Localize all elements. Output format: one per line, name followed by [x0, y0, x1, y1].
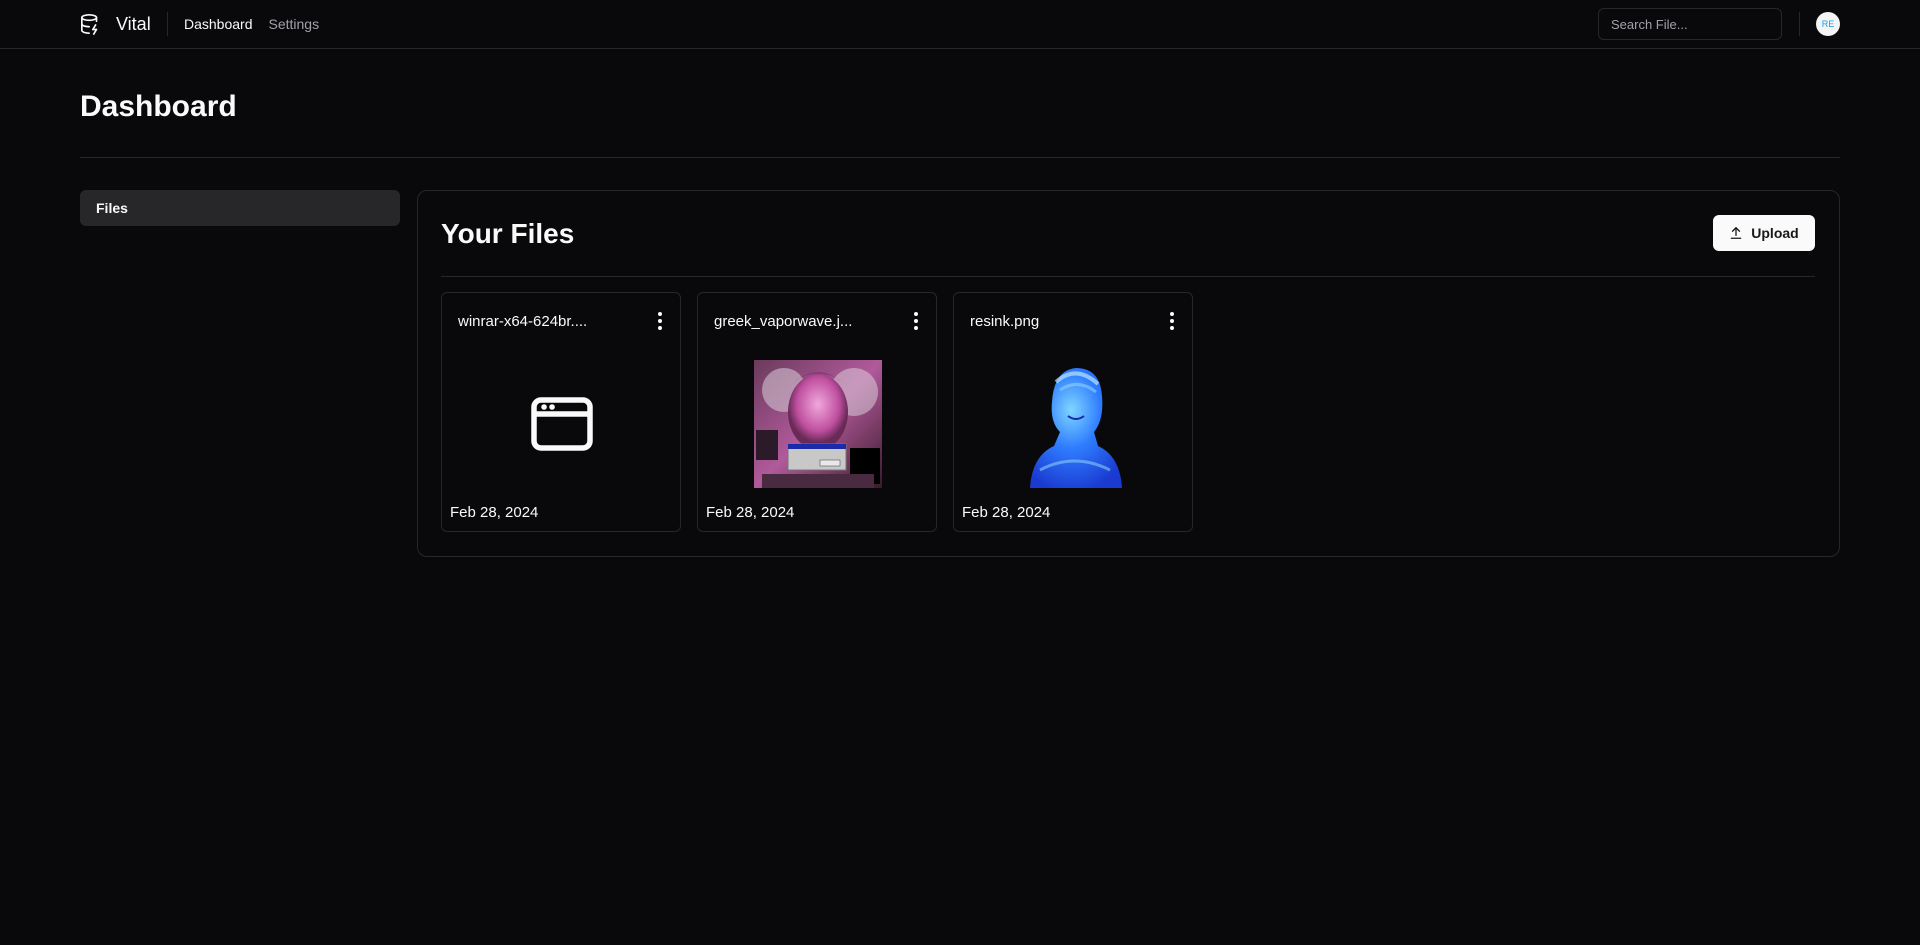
more-vertical-icon[interactable]	[1164, 309, 1180, 333]
sidebar-item-files[interactable]: Files	[80, 190, 400, 226]
navbar-divider	[1799, 12, 1800, 36]
upload-button-label: Upload	[1751, 225, 1799, 241]
page-divider	[80, 157, 1840, 158]
file-preview	[498, 360, 626, 488]
file-date: Feb 28, 2024	[962, 504, 1051, 521]
page-title: Dashboard	[80, 90, 237, 123]
file-name: resink.png	[970, 313, 1040, 330]
user-avatar[interactable]: RE	[1816, 12, 1840, 36]
upload-button[interactable]: Upload	[1713, 215, 1815, 251]
file-card[interactable]: greek_vaporwave.j... Feb 28, 2024	[697, 292, 937, 532]
app-name: Vital	[116, 13, 151, 34]
file-date: Feb 28, 2024	[706, 504, 795, 521]
more-vertical-icon[interactable]	[908, 309, 924, 333]
file-name: winrar-x64-624br....	[458, 313, 588, 330]
nav-dashboard-link[interactable]: Dashboard	[184, 16, 253, 32]
database-zap-icon	[81, 14, 98, 35]
file-date: Feb 28, 2024	[450, 504, 539, 521]
files-panel-title: Your Files	[441, 218, 575, 249]
brand[interactable]: Vital	[80, 11, 151, 37]
file-card[interactable]: resink.png Feb 28, 2024	[953, 292, 1193, 532]
nav-settings-link[interactable]: Settings	[269, 16, 320, 32]
files-panel: Your Files Upload winrar-x64-624br.... F…	[417, 190, 1840, 557]
file-preview	[1010, 360, 1138, 488]
file-card[interactable]: winrar-x64-624br.... Feb 28, 2024	[441, 292, 681, 532]
image-thumbnail	[1010, 360, 1138, 488]
search-input[interactable]	[1598, 8, 1782, 40]
panel-divider	[441, 276, 1815, 277]
upload-icon	[1730, 227, 1742, 239]
file-preview	[754, 360, 882, 488]
image-thumbnail	[754, 360, 882, 488]
more-vertical-icon[interactable]	[652, 309, 668, 333]
navbar-divider	[167, 12, 168, 36]
main-nav: Dashboard Settings	[184, 16, 319, 32]
sidebar-item-label: Files	[96, 200, 128, 216]
app-window-icon	[531, 397, 593, 451]
top-navbar: Vital Dashboard Settings RE	[0, 0, 1920, 49]
file-name: greek_vaporwave.j...	[714, 313, 853, 330]
